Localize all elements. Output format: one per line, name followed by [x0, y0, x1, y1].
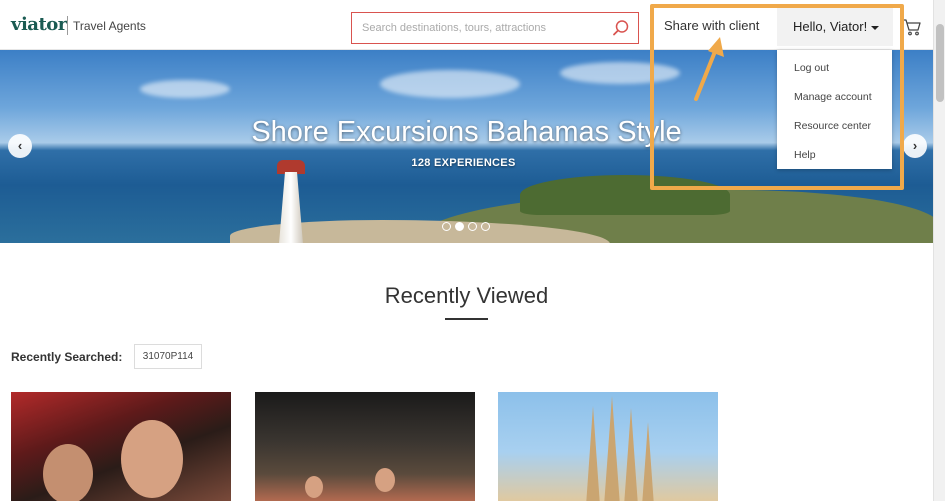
search-icon[interactable]	[612, 19, 630, 37]
chevron-down-icon	[871, 25, 880, 30]
hero-cloud	[560, 62, 680, 84]
viator-logo[interactable]: viator	[11, 14, 67, 35]
hero-trees	[520, 175, 730, 215]
logo-divider	[67, 16, 68, 35]
section-title-underline	[445, 318, 488, 320]
carousel-dots	[442, 222, 490, 231]
card-photo-spire	[586, 406, 600, 501]
share-with-client-button[interactable]: Share with client	[656, 12, 767, 40]
hero-cloud	[380, 70, 520, 98]
account-dropdown: Log out Manage account Resource center H…	[777, 50, 892, 169]
carousel-dot[interactable]	[442, 222, 451, 231]
menu-item-help[interactable]: Help	[777, 141, 892, 170]
logo-subtitle: Travel Agents	[73, 19, 146, 33]
card-photo-person	[305, 476, 323, 498]
product-card[interactable]	[11, 392, 231, 501]
card-photo-person	[375, 468, 395, 492]
carousel-prev-button[interactable]: ‹	[8, 134, 32, 158]
page-scrollbar[interactable]	[933, 0, 945, 501]
scrollbar-thumb[interactable]	[936, 24, 944, 102]
carousel-next-button[interactable]: ›	[903, 134, 927, 158]
card-photo-spire	[642, 422, 654, 501]
recently-searched-label: Recently Searched:	[11, 350, 123, 364]
card-photo-person	[121, 420, 183, 498]
menu-item-manage-account[interactable]: Manage account	[777, 83, 892, 112]
site-header: viator Travel Agents Share with client H…	[0, 0, 933, 50]
product-card[interactable]	[255, 392, 475, 501]
menu-item-resource-center[interactable]: Resource center	[777, 112, 892, 141]
card-photo-spire	[604, 396, 620, 501]
card-photo-spire	[624, 408, 638, 501]
search-box[interactable]	[351, 12, 639, 44]
recent-search-chip[interactable]: 31070P114	[134, 344, 202, 369]
menu-item-log-out[interactable]: Log out	[777, 54, 892, 83]
search-input[interactable]	[362, 19, 602, 37]
lighthouse	[279, 172, 303, 243]
product-card[interactable]	[498, 392, 718, 501]
account-menu-button[interactable]: Hello, Viator!	[777, 8, 893, 46]
account-menu-label: Hello, Viator!	[793, 19, 868, 34]
section-title: Recently Viewed	[384, 283, 549, 308]
carousel-dot[interactable]	[481, 222, 490, 231]
carousel-dot[interactable]	[468, 222, 477, 231]
hero-cloud	[140, 80, 230, 98]
carousel-dot-active[interactable]	[455, 222, 464, 231]
cart-icon[interactable]	[902, 17, 922, 37]
card-photo-person	[43, 444, 93, 501]
